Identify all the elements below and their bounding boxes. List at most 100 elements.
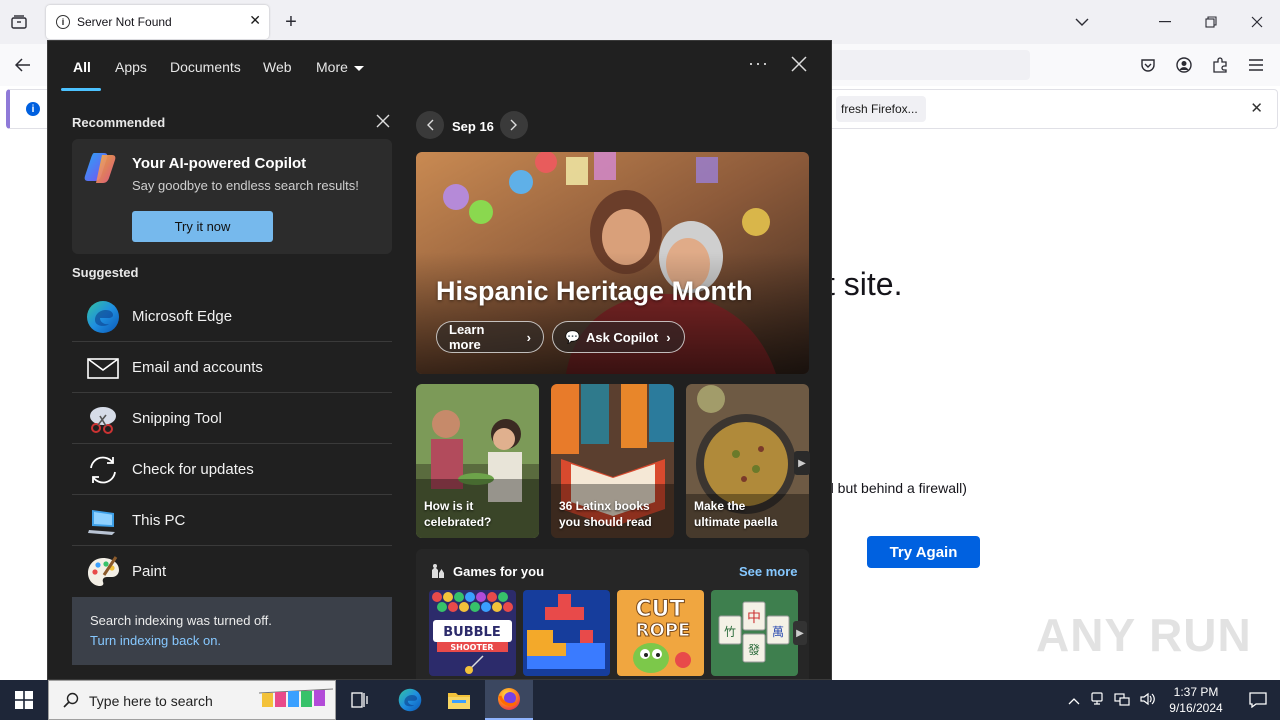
minimize-icon[interactable] <box>1155 12 1175 32</box>
mahjong-art: 中 竹 萬 發 <box>711 590 798 676</box>
info-icon: i <box>26 102 40 116</box>
hero-banner[interactable]: Hispanic Heritage Month Learn more › 💬 Ask… <box>416 152 809 374</box>
clock-time: 1:37 PM <box>1173 685 1219 699</box>
suggested-item-edge[interactable]: Microsoft Edge <box>72 291 392 342</box>
suggested-item-check-updates[interactable]: Check for updates <box>72 444 392 495</box>
news-card[interactable]: Make the ultimate paella <box>686 384 809 538</box>
suggested-item-snipping-tool[interactable]: Snipping Tool <box>72 393 392 444</box>
browser-tab[interactable]: i Server Not Found ✕ <box>46 5 269 39</box>
svg-text:SHOOTER: SHOOTER <box>450 643 493 652</box>
svg-text:CUT: CUT <box>635 597 684 622</box>
game-tile-blocks[interactable] <box>523 590 610 676</box>
window-close-icon[interactable] <box>1247 12 1267 32</box>
more-options-icon[interactable]: ··· <box>748 53 769 74</box>
search-highlight-art <box>259 688 333 707</box>
suggested-item-label: This PC <box>132 512 186 529</box>
bubble-shooter-art: BUBBLE SHOOTER <box>429 590 516 676</box>
block-puzzle-art <box>523 590 610 676</box>
tab-close-icon[interactable]: ✕ <box>249 12 261 29</box>
copilot-title: Your AI-powered Copilot <box>132 155 307 172</box>
back-arrow-icon[interactable] <box>12 54 34 76</box>
tab-web[interactable]: Web <box>263 59 292 75</box>
tab-apps[interactable]: Apps <box>115 59 147 75</box>
tab-manager-icon[interactable] <box>8 12 30 32</box>
menu-hamburger-icon[interactable] <box>1245 54 1267 76</box>
search-icon <box>63 692 79 708</box>
clock-date: 9/16/2024 <box>1169 701 1223 715</box>
learn-more-button[interactable]: Learn more › <box>436 321 544 353</box>
tab-more[interactable]: More <box>316 59 364 75</box>
games-icon <box>430 563 446 582</box>
news-card[interactable]: 36 Latinx books you should read <box>551 384 674 538</box>
info-glyph: i <box>61 17 65 27</box>
snipping-tool-icon <box>86 402 120 436</box>
notification-center-button[interactable] <box>1236 680 1280 720</box>
svg-text:萬: 萬 <box>772 625 784 639</box>
games-section: Games for you See more BUBBLE SHOOTER CU… <box>416 549 809 679</box>
card-label: How is it celebrated? <box>424 498 491 530</box>
pocket-icon[interactable] <box>1137 54 1159 76</box>
volume-icon[interactable] <box>1140 692 1156 709</box>
game-tile-mahjong[interactable]: 中 竹 萬 發 <box>711 590 798 676</box>
error-heading: t site. <box>826 266 903 302</box>
chevron-right-icon[interactable] <box>500 111 528 139</box>
account-icon[interactable] <box>1173 54 1195 76</box>
suggested-list: Microsoft Edge Email and accounts Snippi… <box>72 291 392 597</box>
taskbar-search-box[interactable]: Type here to search <box>48 680 336 720</box>
restore-icon[interactable] <box>1201 12 1221 32</box>
suggested-item-label: Check for updates <box>132 461 254 478</box>
game-tile-cut-the-rope[interactable]: CUT ROPE <box>617 590 704 676</box>
active-tab-indicator <box>61 88 101 91</box>
cards-next-arrow-icon[interactable]: ▶ <box>794 451 810 475</box>
game-tile-bubble-shooter[interactable]: BUBBLE SHOOTER <box>429 590 516 676</box>
network-icon[interactable] <box>1114 692 1130 709</box>
ask-copilot-button[interactable]: 💬 Ask Copilot › <box>552 321 685 353</box>
info-icon: i <box>56 15 70 29</box>
news-card[interactable]: How is it celebrated? <box>416 384 539 538</box>
card-label-line2: celebrated? <box>424 515 492 529</box>
task-view-button[interactable] <box>336 680 384 720</box>
url-bar[interactable] <box>830 50 1030 80</box>
list-all-tabs-icon[interactable] <box>1072 12 1092 32</box>
tab-documents[interactable]: Documents <box>170 59 241 75</box>
chevron-right-icon: › <box>666 329 671 345</box>
folder-icon <box>448 693 470 709</box>
taskbar-firefox[interactable] <box>485 680 533 720</box>
card-label-line1: How is it <box>424 499 474 513</box>
new-tab-button[interactable]: + <box>280 10 302 34</box>
taskbar-clock[interactable]: 1:37 PM 9/16/2024 <box>1163 684 1229 716</box>
firefox-icon <box>498 688 520 710</box>
show-hidden-icons-icon[interactable] <box>1068 693 1080 708</box>
suggested-item-paint[interactable]: Paint <box>72 546 392 597</box>
notification-close-icon[interactable]: ✕ <box>1250 99 1263 117</box>
recommended-heading: Recommended <box>72 115 166 130</box>
card-label: 36 Latinx books you should read <box>559 498 652 530</box>
try-again-button[interactable]: Try Again <box>867 536 980 568</box>
taskbar-file-explorer[interactable] <box>435 680 483 720</box>
try-it-now-button[interactable]: Try it now <box>132 211 273 242</box>
taskbar-edge[interactable] <box>386 680 434 720</box>
chevron-left-icon[interactable] <box>416 111 444 139</box>
error-detail-text: d but behind a firewall) <box>826 480 967 496</box>
start-button[interactable] <box>0 680 48 720</box>
tab-more-label: More <box>316 59 348 75</box>
refresh-firefox-button[interactable]: fresh Firefox... <box>836 96 926 122</box>
games-title: Games for you <box>453 564 545 579</box>
see-more-link[interactable]: See more <box>739 564 798 579</box>
network-device-icon[interactable] <box>1090 691 1104 709</box>
extensions-icon[interactable] <box>1209 54 1231 76</box>
task-view-icon <box>351 692 368 708</box>
suggested-item-label: Snipping Tool <box>132 410 222 427</box>
tab-all[interactable]: All <box>73 59 91 75</box>
firefox-tab-bar: i Server Not Found ✕ + <box>0 0 1280 44</box>
panel-close-icon[interactable] <box>791 55 807 78</box>
suggested-item-this-pc[interactable]: This PC <box>72 495 392 546</box>
suggested-item-label: Microsoft Edge <box>132 308 233 325</box>
turn-indexing-on-link[interactable]: Turn indexing back on. <box>90 633 221 648</box>
recommended-close-icon[interactable] <box>376 112 390 133</box>
highlight-date: Sep 16 <box>452 119 494 134</box>
games-next-arrow-icon[interactable]: ▶ <box>793 621 807 645</box>
suggested-item-email[interactable]: Email and accounts <box>72 342 392 393</box>
search-placeholder: Type here to search <box>89 693 213 709</box>
copilot-card[interactable]: Your AI-powered Copilot Say goodbye to e… <box>72 139 392 254</box>
